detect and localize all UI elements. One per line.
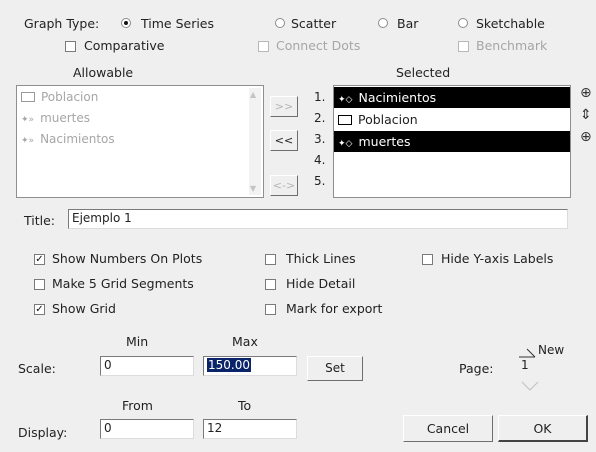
selected-item[interactable]: ✦◇ Nacimientos bbox=[334, 87, 570, 108]
slot-number: 2. bbox=[314, 111, 326, 125]
allowable-item[interactable]: ✦» Nacimientos bbox=[21, 132, 115, 146]
axis-vertical-icon[interactable]: ⇕ bbox=[580, 107, 592, 123]
radio-scatter-label: Scatter bbox=[291, 16, 337, 31]
selected-header: Selected bbox=[396, 65, 451, 80]
flow-icon: ✦◇ bbox=[338, 95, 353, 105]
allowable-header: Allowable bbox=[73, 65, 134, 80]
cancel-button[interactable]: Cancel bbox=[403, 415, 493, 442]
show-numbers-label: Show Numbers On Plots bbox=[52, 251, 203, 266]
radio-sketchable-label: Sketchable bbox=[476, 16, 545, 31]
display-to-input[interactable]: 12 bbox=[203, 419, 297, 439]
display-to-header: To bbox=[238, 398, 252, 413]
swap-button[interactable]: <-> bbox=[270, 175, 298, 196]
benchmark-label: Benchmark bbox=[476, 38, 548, 53]
show-grid-checkbox[interactable]: ✓ bbox=[34, 304, 45, 315]
selected-item[interactable]: ✦◇ muertes bbox=[334, 131, 570, 152]
thick-lines-checkbox[interactable] bbox=[265, 254, 276, 265]
mark-export-label: Mark for export bbox=[286, 301, 383, 316]
box-icon bbox=[21, 92, 35, 102]
scale-min-input[interactable]: 0 bbox=[100, 356, 194, 376]
scale-label: Scale: bbox=[18, 361, 56, 376]
hide-detail-label: Hide Detail bbox=[286, 276, 356, 291]
allowable-scrollbar[interactable]: ▲ ▼ bbox=[249, 88, 261, 195]
flow-icon: ✦◇ bbox=[338, 139, 353, 149]
radio-bar-label: Bar bbox=[397, 16, 419, 31]
axis-both-icon[interactable]: ⊕ bbox=[580, 85, 592, 101]
title-label: Title: bbox=[24, 213, 55, 228]
thick-lines-label: Thick Lines bbox=[286, 251, 356, 266]
page-value: 1 bbox=[521, 358, 529, 372]
radio-time-series-label: Time Series bbox=[141, 16, 215, 31]
ok-button[interactable]: OK bbox=[498, 415, 588, 442]
mark-export-checkbox[interactable] bbox=[265, 304, 276, 315]
set-scale-button[interactable]: Set bbox=[307, 356, 363, 381]
scale-max-value: 150.00 bbox=[207, 358, 251, 372]
remove-button[interactable]: << bbox=[270, 130, 298, 151]
selected-item[interactable]: Poblacion bbox=[334, 109, 570, 130]
hide-y-axis-label: Hide Y-axis Labels bbox=[441, 251, 554, 266]
hide-y-axis-checkbox[interactable] bbox=[422, 254, 433, 265]
comparative-checkbox[interactable] bbox=[65, 41, 76, 52]
scale-min-header: Min bbox=[126, 334, 149, 349]
flow-icon: ✦» bbox=[21, 115, 35, 125]
scroll-down-icon[interactable]: ▼ bbox=[250, 184, 256, 193]
scale-max-input[interactable]: 150.00 bbox=[203, 356, 297, 376]
box-icon bbox=[338, 115, 352, 125]
radio-scatter-indicator[interactable] bbox=[275, 18, 285, 28]
page-label: Page: bbox=[459, 361, 494, 376]
display-from-header: From bbox=[122, 398, 153, 413]
radio-bar-indicator[interactable] bbox=[378, 18, 388, 28]
allowable-item[interactable]: Poblacion bbox=[21, 90, 98, 104]
show-grid-label: Show Grid bbox=[52, 301, 116, 316]
page-down-icon[interactable] bbox=[521, 379, 539, 391]
add-button[interactable]: >> bbox=[270, 96, 298, 117]
display-label: Display: bbox=[18, 425, 68, 440]
make-5-grid-label: Make 5 Grid Segments bbox=[52, 276, 194, 291]
slot-number: 1. bbox=[314, 90, 326, 104]
new-page-up-icon[interactable] bbox=[518, 346, 536, 358]
slot-number: 3. bbox=[314, 132, 326, 146]
flow-icon: ✦» bbox=[21, 136, 35, 146]
connect-dots-label: Connect Dots bbox=[276, 38, 361, 53]
make-5-grid-checkbox[interactable] bbox=[34, 279, 45, 290]
display-from-input[interactable]: 0 bbox=[100, 419, 194, 439]
comparative-label: Comparative bbox=[84, 38, 165, 53]
radio-time-series-indicator[interactable] bbox=[121, 18, 131, 28]
benchmark-checkbox[interactable] bbox=[458, 41, 469, 52]
allowable-item[interactable]: ✦» muertes bbox=[21, 111, 90, 125]
slot-number: 4. bbox=[314, 153, 326, 167]
show-numbers-checkbox[interactable]: ✓ bbox=[34, 254, 45, 265]
scale-max-header: Max bbox=[232, 334, 258, 349]
new-page-label[interactable]: New bbox=[538, 343, 564, 357]
selected-list[interactable]: ✦◇ Nacimientos Poblacion ✦◇ muertes bbox=[333, 85, 571, 198]
radio-sketchable-indicator[interactable] bbox=[458, 18, 468, 28]
axis-both-icon[interactable]: ⊕ bbox=[580, 129, 592, 145]
hide-detail-checkbox[interactable] bbox=[265, 279, 276, 290]
graph-settings-dialog: Graph Type: Time Series Scatter Bar Sket… bbox=[0, 0, 596, 452]
graph-type-label: Graph Type: bbox=[24, 16, 100, 31]
scroll-up-icon[interactable]: ▲ bbox=[250, 90, 256, 99]
title-input[interactable]: Ejemplo 1 bbox=[68, 209, 568, 229]
connect-dots-checkbox[interactable] bbox=[258, 41, 269, 52]
allowable-list[interactable]: Poblacion ✦» muertes ✦» Nacimientos ▲ ▼ bbox=[16, 85, 264, 198]
slot-number: 5. bbox=[314, 174, 326, 188]
